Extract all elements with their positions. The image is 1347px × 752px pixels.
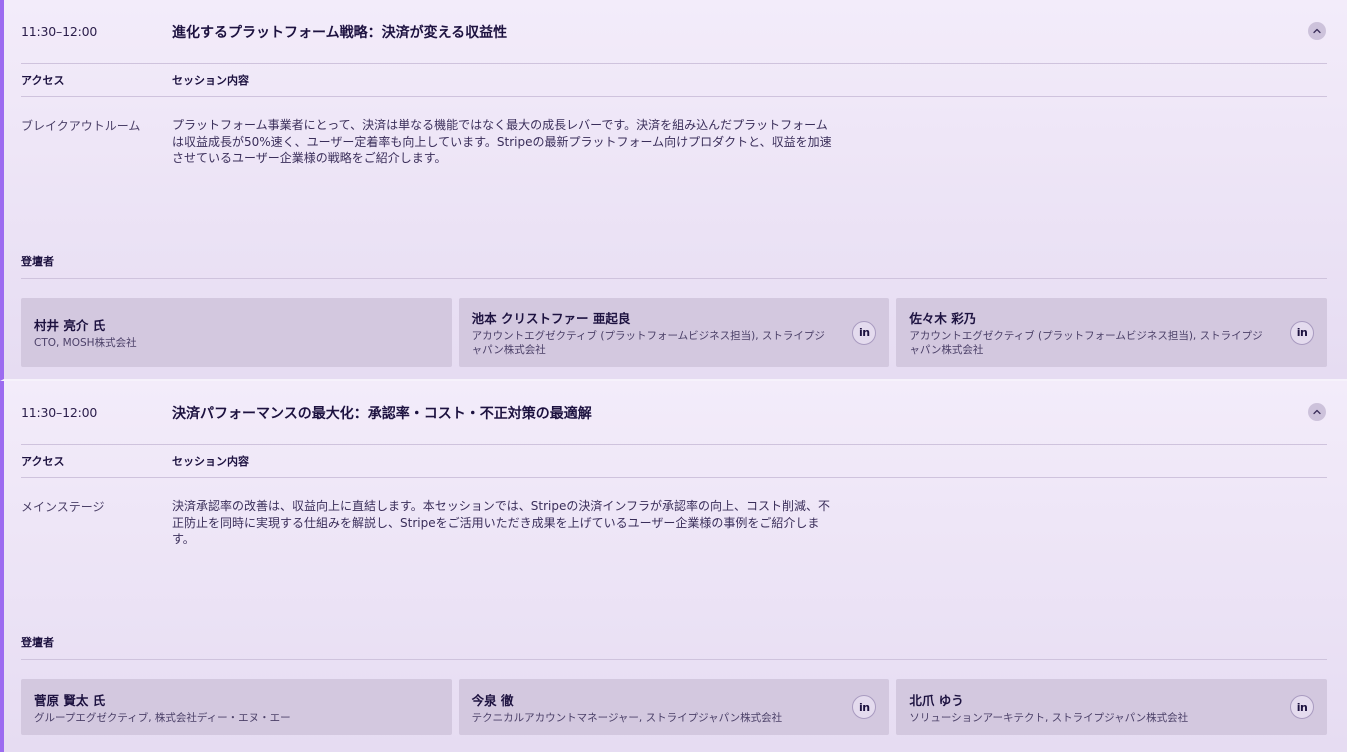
session-card: 11:30–12:00 決済パフォーマンスの最大化：承認率・コスト・不正対策の最…: [0, 381, 1347, 752]
speaker-name: 北爪 ゆう: [909, 692, 964, 708]
speaker-card: 菅原 賢太 氏 グループエグゼクティブ, 株式会社ディー・エヌ・エー: [21, 679, 452, 735]
speaker-card: 池本 クリストファー 亜起良 アカウントエグゼクティブ (プラットフォームビジネ…: [458, 298, 890, 367]
session-column-headers: アクセス セッション内容: [21, 64, 1327, 97]
session-title: 進化するプラットフォーム戦略：決済が変える収益性: [172, 24, 508, 41]
session-description: 決済承認率の改善は、収益向上に直結します。本セッションでは、Stripeの決済イ…: [172, 499, 831, 546]
speaker-role: テクニカルアカウントマネージャー, ストライプジャパン株式会社: [471, 711, 783, 724]
session-details: メインステージ 決済承認率の改善は、収益向上に直結します。本セッションでは、St…: [21, 478, 1327, 606]
speaker-name: 今泉 徹: [471, 692, 514, 708]
speaker-name: 佐々木 彩乃: [909, 311, 977, 326]
session-header[interactable]: 11:30–12:00 進化するプラットフォーム戦略：決済が変える収益性: [21, 0, 1327, 64]
collapse-toggle-button[interactable]: [1308, 403, 1326, 421]
speaker-card: 今泉 徹 テクニカルアカウントマネージャー, ストライプジャパン株式会社 in: [458, 679, 890, 735]
speaker-name: 菅原 賢太 氏: [34, 692, 106, 708]
speaker-list: 菅原 賢太 氏 グループエグゼクティブ, 株式会社ディー・エヌ・エー 今泉 徹 …: [21, 679, 1328, 735]
speaker-card: 村井 亮介 氏 CTO, MOSH株式会社: [21, 298, 452, 367]
speaker-role: グループエグゼクティブ, 株式会社ディー・エヌ・エー: [34, 711, 291, 724]
access-header: アクセス: [21, 74, 65, 87]
session-access: メインステージ: [21, 500, 105, 514]
session-card: 11:30–12:00 進化するプラットフォーム戦略：決済が変える収益性 アクセ…: [0, 0, 1347, 381]
chevron-up-icon: [1313, 409, 1321, 415]
speaker-card: 佐々木 彩乃 アカウントエグゼクティブ (プラットフォームビジネス担当), スト…: [896, 298, 1328, 367]
content-header: セッション内容: [172, 74, 249, 87]
speakers-header: 登壇者: [21, 625, 1327, 660]
speakers-header: 登壇者: [21, 244, 1327, 279]
session-access: ブレイクアウトルーム: [21, 119, 141, 133]
session-time: 11:30–12:00: [21, 24, 98, 39]
speaker-list: 村井 亮介 氏 CTO, MOSH株式会社 池本 クリストファー 亜起良 アカウ…: [21, 298, 1328, 367]
speaker-role: ソリューションアーキテクト, ストライプジャパン株式会社: [909, 711, 1189, 724]
session-details: ブレイクアウトルーム プラットフォーム事業者にとって、決済は単なる機能ではなく最…: [21, 97, 1327, 225]
speaker-card: 北爪 ゆう ソリューションアーキテクト, ストライプジャパン株式会社 in: [896, 679, 1328, 735]
session-list: 11:30–12:00 進化するプラットフォーム戦略：決済が変える収益性 アクセ…: [0, 0, 1347, 752]
linkedin-icon[interactable]: in: [852, 320, 877, 345]
content-header: セッション内容: [172, 455, 249, 468]
linkedin-icon[interactable]: in: [1290, 320, 1315, 345]
session-column-headers: アクセス セッション内容: [21, 445, 1327, 478]
chevron-up-icon: [1313, 28, 1321, 34]
session-time: 11:30–12:00: [21, 405, 98, 420]
speaker-role: アカウントエグゼクティブ (プラットフォームビジネス担当), ストライプジャパン…: [471, 330, 825, 356]
speaker-name: 池本 クリストファー 亜起良: [471, 311, 631, 326]
collapse-toggle-button[interactable]: [1308, 22, 1326, 40]
session-title: 決済パフォーマンスの最大化：承認率・コスト・不正対策の最適解: [172, 405, 592, 422]
speaker-role: アカウントエグゼクティブ (プラットフォームビジネス担当), ストライプジャパン…: [909, 330, 1263, 356]
session-header[interactable]: 11:30–12:00 決済パフォーマンスの最大化：承認率・コスト・不正対策の最…: [21, 381, 1327, 445]
access-header: アクセス: [21, 455, 65, 468]
speaker-name: 村井 亮介 氏: [34, 318, 106, 333]
speaker-role: CTO, MOSH株式会社: [34, 337, 137, 349]
linkedin-icon[interactable]: in: [1290, 695, 1315, 719]
session-description: プラットフォーム事業者にとって、決済は単なる機能ではなく最大の成長レバーです。決…: [172, 118, 832, 165]
linkedin-icon[interactable]: in: [852, 695, 877, 719]
